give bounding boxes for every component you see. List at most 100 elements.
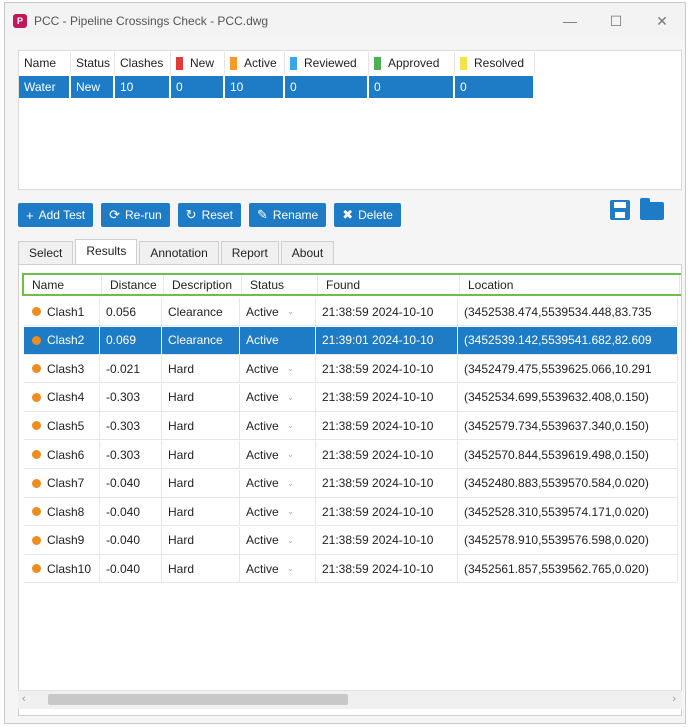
result-row[interactable]: Clash7 -0.040 Hard Active ⌄ 21:38:59 2024-10-…: [24, 469, 678, 498]
summary-header-reviewed[interactable]: Reviewed: [285, 52, 369, 74]
status-dropdown-icon[interactable]: ⌄: [287, 306, 295, 317]
clash-location: (3452570.844,5539619.498,0.150): [464, 447, 649, 462]
result-cell-status[interactable]: Active ⌄: [240, 298, 316, 326]
add-test-button[interactable]: + Add Test: [18, 203, 94, 227]
status-dropdown-icon[interactable]: ⌄: [287, 478, 295, 489]
result-cell-name: Clash3: [24, 355, 100, 384]
minimize-button[interactable]: —: [547, 13, 593, 29]
summary-header-active[interactable]: Active: [225, 52, 285, 74]
column-header-distance[interactable]: Distance: [102, 275, 164, 294]
result-cell-name: Clash5: [24, 412, 100, 441]
status-dropdown-icon[interactable]: ⌄: [287, 535, 295, 546]
status-dropdown-icon[interactable]: ⌄: [287, 506, 295, 517]
summary-header-new[interactable]: New: [171, 52, 225, 74]
result-cell-status[interactable]: Active: [240, 326, 316, 355]
clash-status-dot-icon: [32, 450, 41, 459]
scrollbar-thumb[interactable]: [48, 694, 348, 705]
horizontal-scrollbar[interactable]: ‹ ›: [18, 690, 682, 709]
status-dropdown-icon[interactable]: ⌄: [287, 449, 295, 460]
maximize-button[interactable]: ☐: [593, 13, 639, 30]
summary-cell: 10: [115, 76, 171, 98]
rename-button[interactable]: ✎ Rename: [248, 203, 327, 227]
scroll-left-icon[interactable]: ‹: [22, 693, 26, 705]
open-folder-icon[interactable]: [640, 198, 664, 220]
status-dropdown-icon[interactable]: ⌄: [287, 392, 295, 403]
close-button[interactable]: ✕: [639, 13, 685, 30]
result-row[interactable]: Clash9 -0.040 Hard Active ⌄ 21:38:59 2024-10-…: [24, 526, 678, 555]
save-icon[interactable]: [610, 200, 630, 220]
clash-description: Hard: [168, 504, 195, 519]
tab-strip: Select Results Annotation Report About: [18, 239, 336, 265]
tab-annotation[interactable]: Annotation: [139, 241, 219, 264]
result-cell-found: 21:38:59 2024-10-10: [316, 412, 458, 441]
summary-header-status[interactable]: Status: [71, 52, 115, 74]
result-cell-status[interactable]: Active ⌄: [240, 526, 316, 555]
result-cell-found: 21:38:59 2024-10-10: [316, 555, 458, 584]
result-cell-location: (3452538.474,5539534.448,83.735: [458, 298, 678, 326]
result-row[interactable]: Clash2 0.069 Clearance Active 21:39:01 2024-…: [24, 326, 678, 355]
summary-header-approved[interactable]: Approved: [369, 52, 455, 74]
clash-found: 21:39:01 2024-10-10: [322, 333, 434, 348]
reset-button[interactable]: ↻ Reset: [177, 203, 241, 227]
status-dropdown-icon[interactable]: ⌄: [287, 420, 295, 431]
result-cell-distance: 0.069: [100, 326, 162, 355]
result-row[interactable]: Clash5 -0.303 Hard Active ⌄ 21:38:59 2024-10-…: [24, 412, 678, 441]
column-header-found[interactable]: Found: [318, 275, 460, 294]
tab-report[interactable]: Report: [220, 241, 279, 264]
summary-header-label: Resolved: [474, 56, 525, 70]
clash-found: 21:38:59 2024-10-10: [322, 361, 434, 376]
summary-cell: 10: [225, 76, 285, 98]
result-row[interactable]: Clash10 -0.040 Hard Active ⌄ 21:38:59 2024-10…: [24, 555, 678, 584]
column-header-status[interactable]: Status: [242, 275, 318, 294]
result-cell-status[interactable]: Active ⌄: [240, 355, 316, 384]
tab-about[interactable]: About: [280, 241, 335, 264]
summary-header-row: Name Status Clashes New Active Reviewed Approv…: [19, 51, 681, 75]
result-row[interactable]: Clash8 -0.040 Hard Active ⌄ 21:38:59 2024-10-…: [24, 498, 678, 527]
clash-description: Hard: [168, 418, 195, 433]
status-color-swatch: [374, 57, 381, 71]
clash-name: Clash4: [47, 390, 85, 405]
button-label: Add Test: [38, 208, 86, 222]
summary-header-clashes[interactable]: Clashes: [115, 52, 171, 74]
clash-status-dot-icon: [32, 364, 41, 374]
status-value: Active: [246, 476, 279, 491]
result-cell-description: Hard: [162, 355, 240, 384]
column-header-description[interactable]: Description: [164, 275, 242, 294]
result-cell-location: (3452578.910,5539576.598,0.020): [458, 526, 678, 555]
button-label: Rename: [272, 208, 319, 222]
scroll-right-icon[interactable]: ›: [672, 693, 676, 705]
result-row[interactable]: Clash1 0.056 Clearance Active ⌄ 21:38:59 2024…: [24, 298, 678, 326]
result-cell-status[interactable]: Active ⌄: [240, 555, 316, 584]
result-row[interactable]: Clash6 -0.303 Hard Active ⌄ 21:38:59 2024-10-…: [24, 441, 678, 469]
app-logo-icon: P: [13, 14, 27, 28]
rerun-icon: ⟳: [109, 207, 120, 222]
summary-header-name[interactable]: Name: [19, 52, 71, 74]
result-cell-description: Hard: [162, 469, 240, 498]
summary-test-row[interactable]: Water New 10 0 10 0 0 0: [19, 75, 681, 99]
result-row[interactable]: Clash3 -0.021 Hard Active ⌄ 21:38:59 2024-10-…: [24, 355, 678, 384]
clash-name: Clash7: [47, 476, 85, 491]
result-cell-found: 21:38:59 2024-10-10: [316, 355, 458, 384]
tab-select[interactable]: Select: [18, 241, 74, 264]
status-dropdown-icon[interactable]: ⌄: [287, 563, 295, 574]
delete-button[interactable]: ✖ Delete: [334, 203, 401, 227]
result-cell-status[interactable]: Active ⌄: [240, 441, 316, 469]
column-header-location[interactable]: Location: [460, 275, 680, 294]
column-header-name[interactable]: Name: [24, 275, 102, 294]
result-cell-status[interactable]: Active ⌄: [240, 469, 316, 498]
clash-distance: -0.303: [106, 447, 141, 462]
result-row[interactable]: Clash4 -0.303 Hard Active ⌄ 21:38:59 2024-10-…: [24, 383, 678, 412]
result-cell-status[interactable]: Active ⌄: [240, 383, 316, 412]
status-dropdown-icon[interactable]: ⌄: [287, 363, 295, 374]
result-cell-description: Clearance: [162, 298, 240, 326]
summary-header-resolved[interactable]: Resolved: [455, 52, 535, 74]
tab-results[interactable]: Results: [75, 239, 138, 264]
result-cell-status[interactable]: Active ⌄: [240, 412, 316, 441]
status-value: Active: [246, 390, 279, 405]
result-cell-distance: -0.021: [100, 355, 162, 384]
re-run-button[interactable]: ⟳ Re-run: [101, 203, 170, 227]
button-label: Re-run: [124, 208, 162, 222]
result-cell-status[interactable]: Active ⌄: [240, 498, 316, 527]
test-toolbar: + Add Test ⟳ Re-run ↻ Reset ✎ Rename ✖ Delete: [18, 198, 682, 230]
clash-location: (3452579.734,5539637.340,0.150): [464, 418, 649, 433]
